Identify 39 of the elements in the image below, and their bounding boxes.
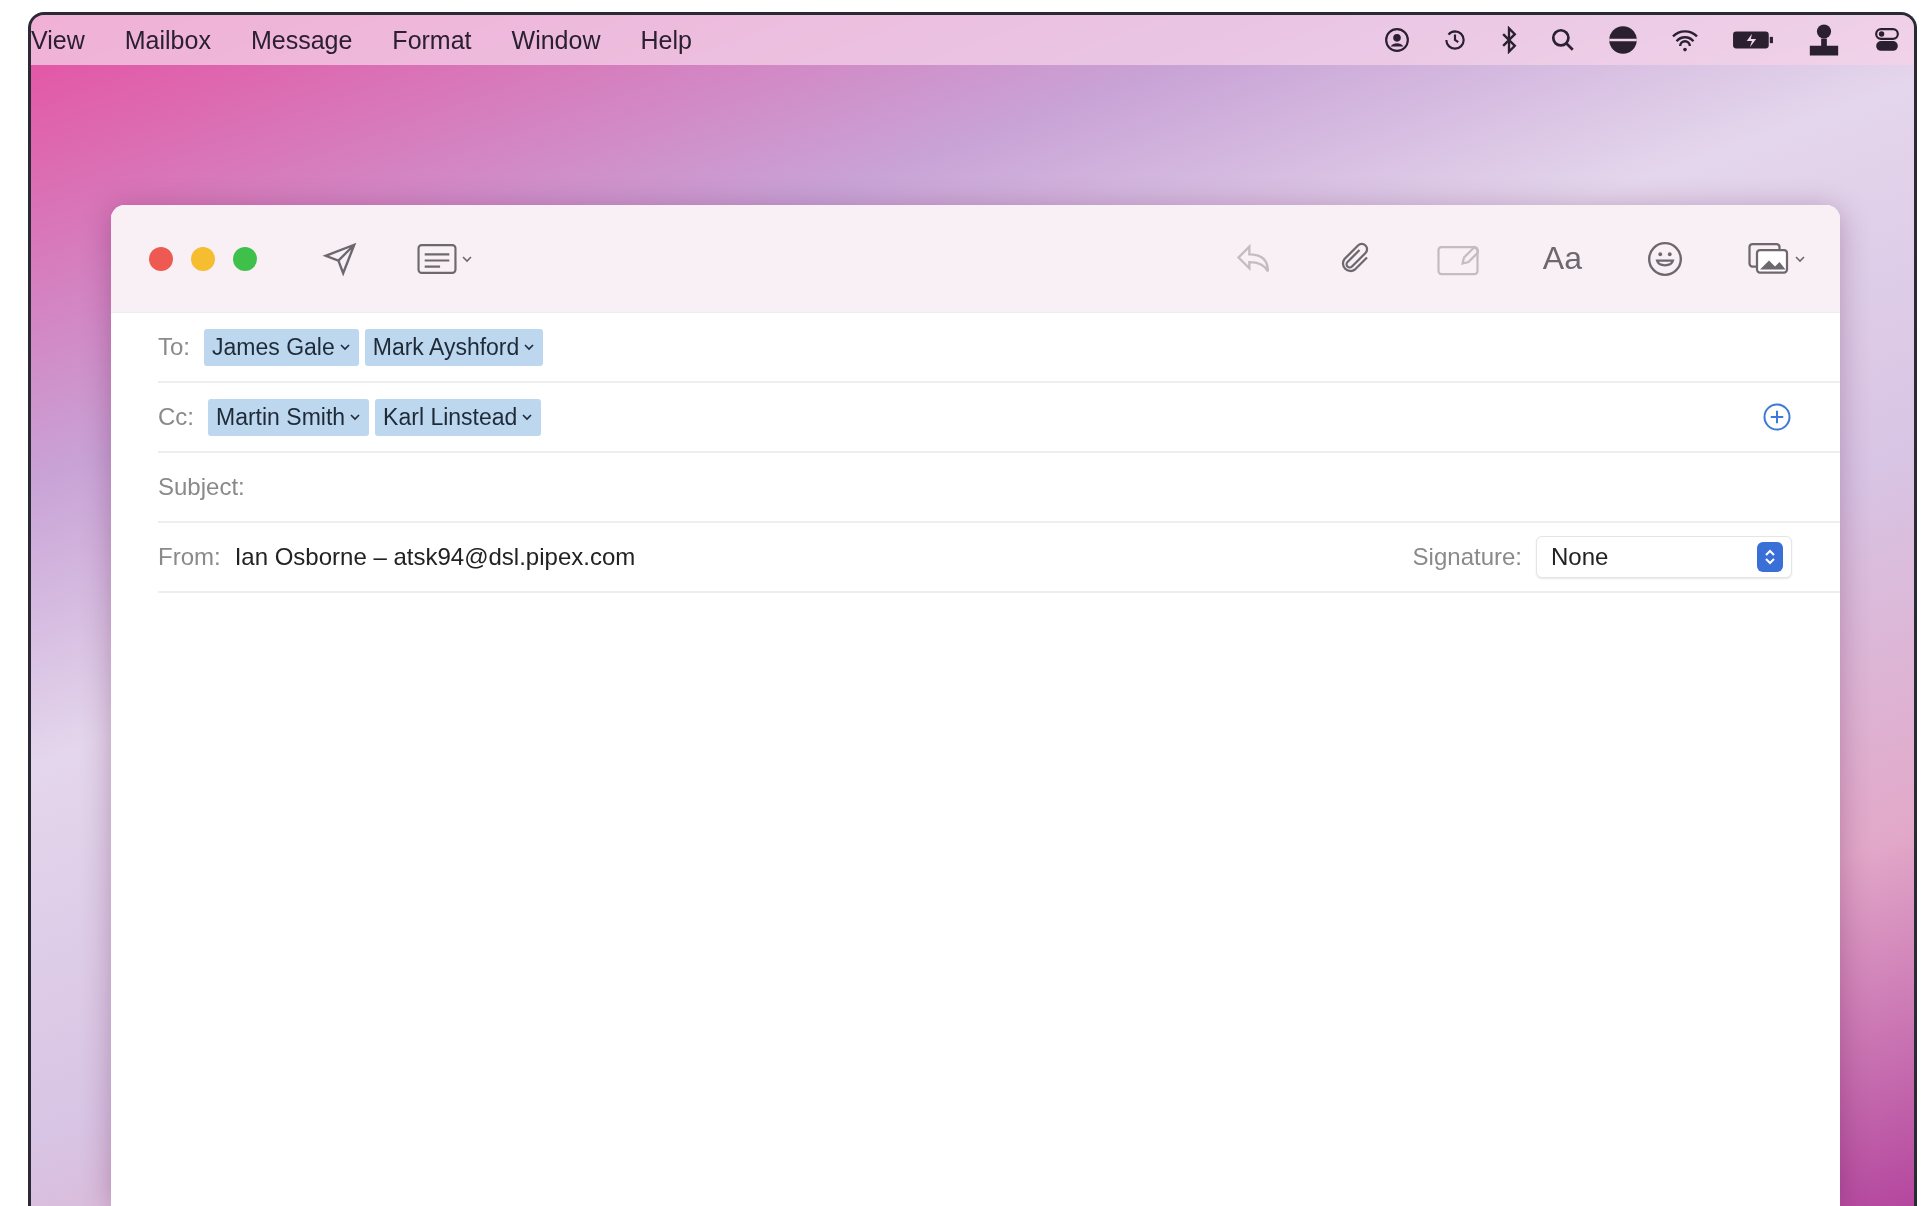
- caret-icon: [338, 343, 351, 351]
- field-label: From:: [158, 543, 221, 571]
- plus-circle-icon: [1762, 402, 1792, 432]
- bluetooth-icon: [1500, 26, 1518, 54]
- search-icon: [1550, 27, 1576, 53]
- menu-item[interactable]: Mailbox: [124, 25, 211, 55]
- sender-address[interactable]: Ian Osborne – atsk94@dsl.pipex.com: [234, 543, 636, 571]
- menu-item[interactable]: Format: [392, 25, 472, 55]
- field-label: Cc:: [158, 403, 194, 431]
- signature-select[interactable]: None: [1536, 536, 1792, 578]
- stepper-icon: [1757, 542, 1783, 572]
- signature-label: Signature:: [1412, 543, 1522, 571]
- battery-charging-icon: [1732, 29, 1774, 51]
- wifi-icon: [1670, 28, 1700, 52]
- close-button[interactable]: [149, 246, 173, 271]
- add-button[interactable]: [1762, 402, 1792, 432]
- caret-icon: [521, 413, 534, 421]
- zoom-button[interactable]: [233, 246, 257, 271]
- field-label: To:: [158, 333, 190, 361]
- smiley-icon: [1646, 239, 1684, 278]
- caret-icon: [461, 254, 473, 263]
- recipient-token[interactable]: Karl Linstead: [375, 398, 542, 436]
- user-circle-icon: [1384, 27, 1410, 53]
- caret-icon: [1794, 254, 1806, 263]
- menu-item[interactable]: Message: [250, 25, 353, 55]
- caret-icon: [349, 413, 362, 421]
- format-button[interactable]: Aa: [1538, 236, 1586, 281]
- half-circle-icon: [1608, 25, 1638, 55]
- menu-item[interactable]: Help: [640, 25, 692, 55]
- recipient-token[interactable]: Mark Ayshford: [364, 328, 544, 366]
- menu-item[interactable]: Window: [511, 25, 601, 55]
- menu-item[interactable]: View: [31, 25, 85, 55]
- photos-icon: [1748, 241, 1790, 276]
- control-center-icon: [1874, 27, 1900, 53]
- recipient-token[interactable]: Martin Smith: [208, 398, 370, 436]
- list-window-icon: [417, 242, 457, 275]
- recipient-token[interactable]: James Gale: [204, 328, 359, 366]
- field-label: Subject:: [158, 473, 245, 501]
- caret-icon: [523, 343, 536, 351]
